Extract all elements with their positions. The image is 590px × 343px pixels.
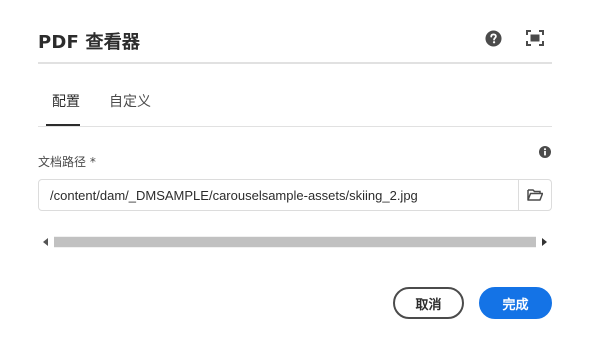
dialog-title: PDF 查看器	[38, 32, 141, 53]
done-button[interactable]: 完成	[479, 287, 552, 319]
document-path-label: 文档路径 *	[38, 155, 96, 169]
tab-custom[interactable]: 自定义	[109, 93, 151, 127]
document-path-field	[38, 179, 552, 211]
tab-config[interactable]: 配置	[52, 93, 80, 127]
fullscreen-icon[interactable]	[525, 28, 545, 48]
tabs-divider	[38, 126, 552, 127]
pdf-viewer-dialog: PDF 查看器 配置 自定义 文档路径 * /content/dam/_DMSA…	[0, 0, 590, 343]
help-icon[interactable]	[483, 28, 503, 48]
document-path-input[interactable]	[39, 180, 518, 210]
info-icon[interactable]	[539, 143, 551, 158]
header-divider	[38, 62, 552, 64]
scroll-track[interactable]	[54, 236, 536, 248]
scroll-left-arrow[interactable]	[38, 236, 54, 248]
scroll-thumb[interactable]	[54, 237, 536, 247]
tab-bar: 配置 自定义	[38, 93, 552, 127]
horizontal-scrollbar[interactable]	[38, 236, 552, 248]
browse-button[interactable]	[518, 180, 551, 210]
scroll-right-arrow[interactable]	[536, 236, 552, 248]
folder-icon	[527, 186, 544, 205]
cancel-button[interactable]: 取消	[393, 287, 464, 319]
